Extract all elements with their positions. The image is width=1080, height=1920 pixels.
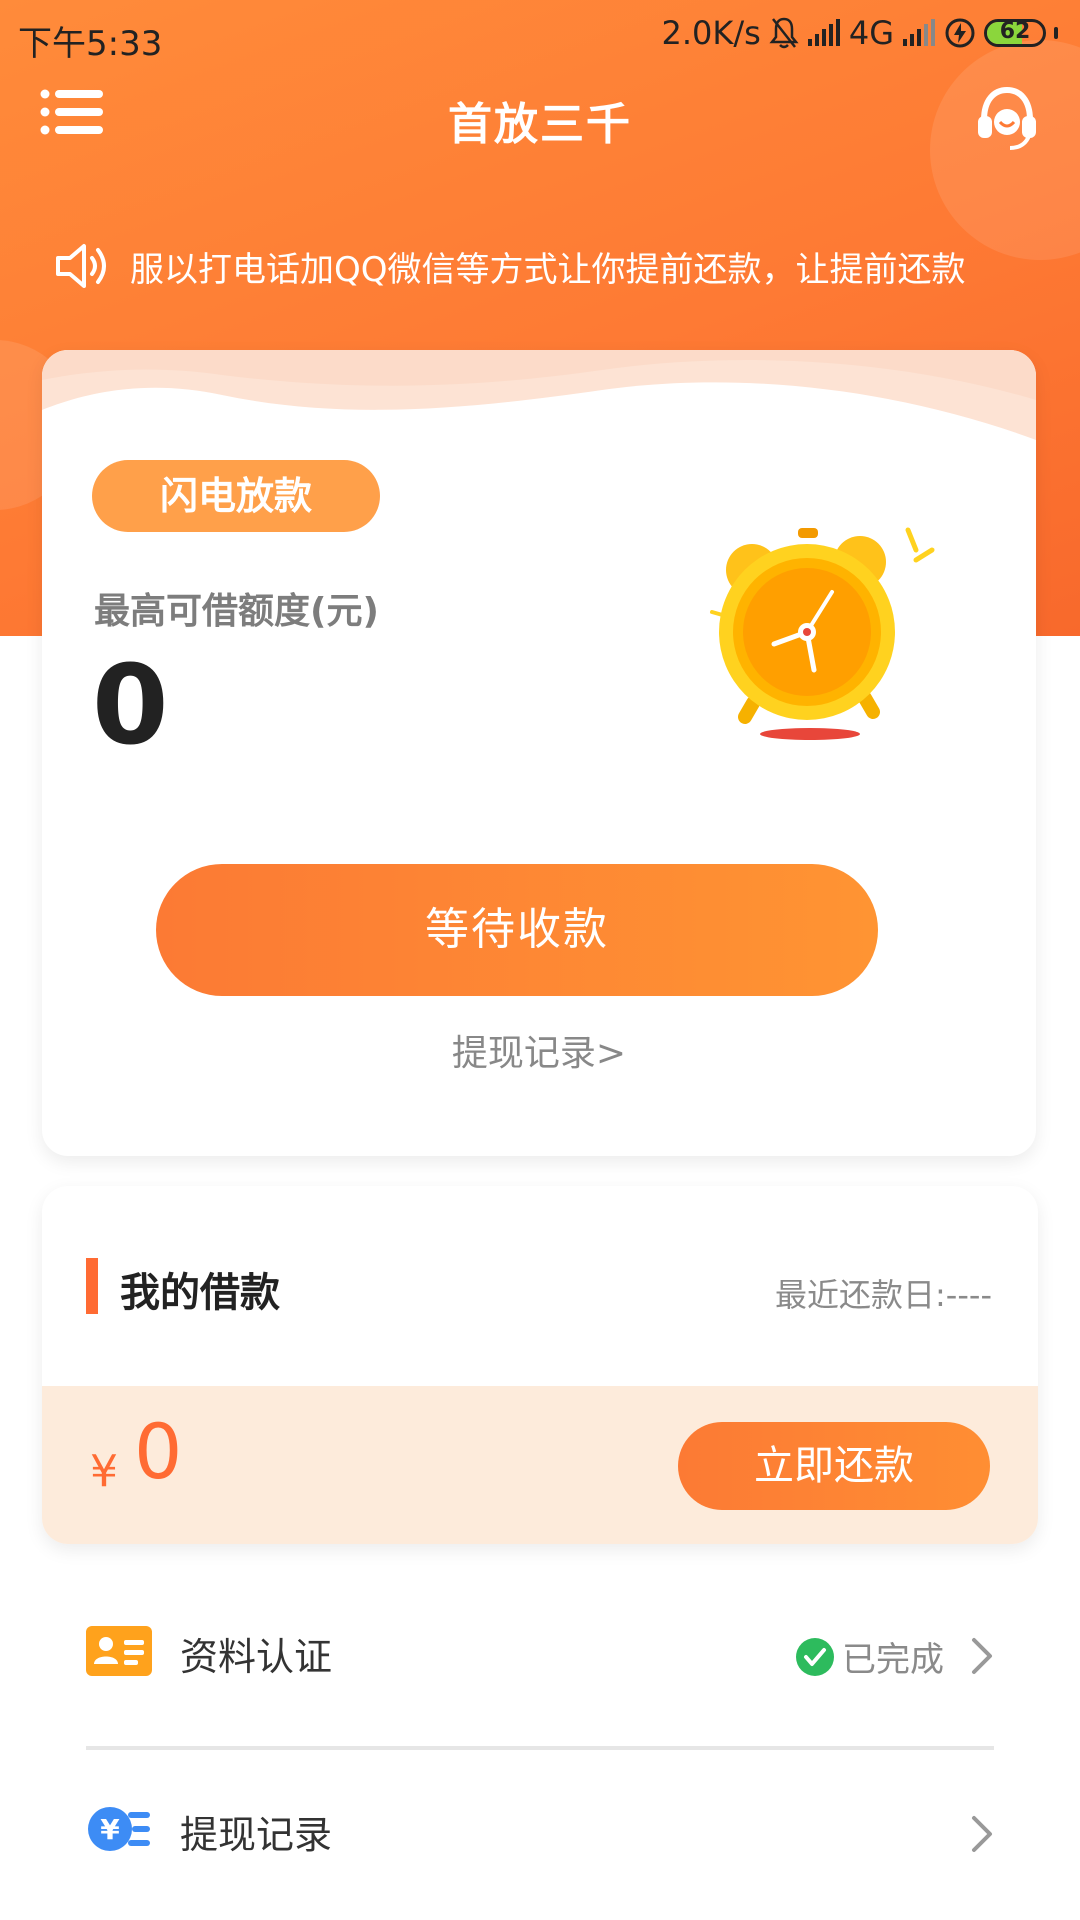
battery-level-text: 62	[999, 19, 1031, 44]
wait-receive-button[interactable]: 等待收款	[156, 864, 878, 996]
headset-icon[interactable]	[972, 82, 1042, 152]
list-item-label: 资料认证	[180, 1635, 333, 1679]
limit-label: 最高可借额度(元)	[94, 591, 379, 632]
id-card-icon	[86, 1626, 152, 1676]
recent-repay-date: 最近还款日:----	[775, 1276, 992, 1314]
my-loan-title: 我的借款	[120, 1270, 280, 1316]
check-circle-icon	[796, 1637, 834, 1676]
yen-list-icon: ¥	[88, 1807, 150, 1851]
my-loan-card: 我的借款 最近还款日:---- ¥ 0 立即还款	[42, 1186, 1038, 1544]
limit-value: 0	[92, 641, 169, 769]
list-divider	[86, 1746, 994, 1750]
section-accent-bar	[86, 1258, 98, 1314]
mute-bell-icon	[769, 17, 799, 49]
battery-tip	[1054, 27, 1058, 39]
network-speed: 2.0K/s	[661, 14, 761, 52]
svg-text:¥: ¥	[100, 1813, 120, 1846]
chevron-right-icon	[972, 1638, 992, 1674]
alarm-clock-icon	[710, 527, 935, 740]
status-time: 下午5:33	[18, 24, 163, 64]
flash-loan-tag: 闪电放款	[92, 460, 380, 532]
notice-bar[interactable]: 服以打电话加QQ微信等方式让你提前还款，让提前还款	[52, 236, 1022, 296]
status-text: 已完成	[842, 1640, 944, 1680]
loan-limit-card: 闪电放款 最高可借额度(元) 0 等待收款 提现记录>	[42, 350, 1036, 1156]
signal-icon	[807, 19, 840, 46]
currency-symbol: ¥	[90, 1446, 118, 1497]
signal-icon	[903, 19, 935, 46]
battery-indicator: 62	[984, 19, 1046, 47]
status-bar: 下午5:33 2.0K/s 4G 62	[0, 0, 1080, 70]
list-item-profile-verification[interactable]: 资料认证 已完成	[86, 1592, 994, 1722]
card-wave-decoration	[42, 350, 1036, 440]
network-type: 4G	[848, 14, 894, 52]
repay-now-button[interactable]: 立即还款	[678, 1422, 990, 1510]
notice-text: 服以打电话加QQ微信等方式让你提前还款，让提前还款	[130, 249, 966, 290]
loan-amount-strip: ¥ 0 立即还款	[42, 1386, 1038, 1544]
loan-amount: 0	[134, 1407, 183, 1496]
list-item-label: 提现记录	[180, 1813, 333, 1857]
charging-icon	[945, 18, 975, 48]
withdraw-record-link[interactable]: 提现记录>	[42, 1024, 1036, 1076]
chevron-right-icon	[972, 1816, 992, 1852]
status-indicators: 2.0K/s 4G 62	[662, 14, 1058, 52]
verification-status: 已完成	[796, 1632, 944, 1681]
speaker-icon	[56, 244, 106, 288]
list-item-withdraw-record[interactable]: ¥ 提现记录	[86, 1770, 994, 1900]
page-title: 首放三千	[448, 99, 632, 150]
